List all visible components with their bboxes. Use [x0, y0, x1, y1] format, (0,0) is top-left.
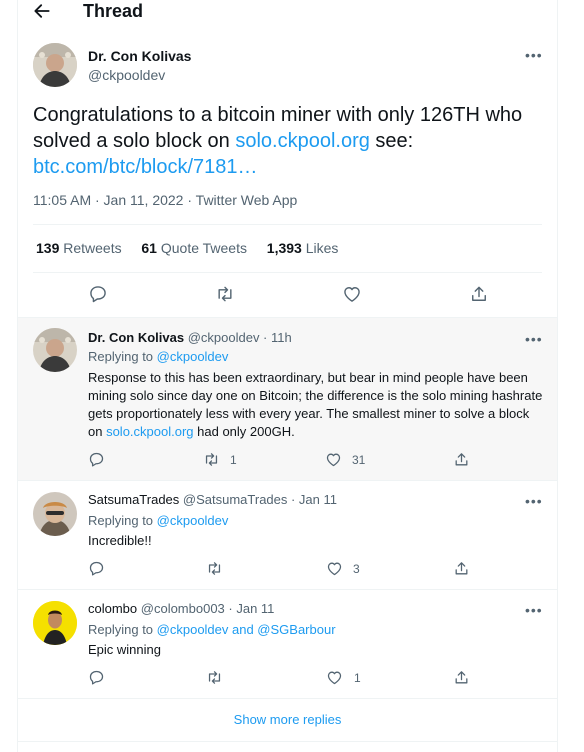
replying-prefix: Replying to — [88, 513, 157, 528]
reply-handle-time[interactable]: @colombo003 · Jan 11 — [141, 601, 275, 616]
author-handle[interactable]: @ckpooldev — [88, 67, 165, 83]
reply-author-name[interactable]: colombo — [88, 601, 137, 616]
author-name[interactable]: Dr. Con Kolivas — [88, 48, 191, 64]
divider — [33, 272, 542, 273]
replying-to-link[interactable]: @ckpooldev and @SGBarbour — [157, 622, 336, 637]
likes-stat[interactable]: 1,393 Likes — [267, 240, 339, 256]
like-count: 1 — [354, 671, 361, 685]
divider — [18, 317, 557, 318]
divider — [18, 698, 557, 699]
reply-author-name[interactable]: SatsumaTrades — [88, 492, 179, 507]
replying-prefix: Replying to — [88, 622, 157, 637]
reply-tweet[interactable]: Dr. Con Kolivas @ckpooldev · 11h ••• Rep… — [18, 317, 557, 480]
tweet-stats: 139 Retweets 61 Quote Tweets 1,393 Likes — [36, 240, 338, 256]
reply-text: Epic winning — [88, 642, 161, 657]
share-icon[interactable] — [453, 451, 470, 468]
quotes-label: Quote Tweets — [160, 240, 247, 256]
avatar[interactable] — [33, 43, 77, 87]
reply-icon[interactable] — [88, 560, 105, 577]
reply-text-after: had only 200GH. — [193, 424, 295, 439]
avatar[interactable] — [33, 328, 77, 372]
tweet-meta[interactable]: 11:05 AM · Jan 11, 2022 · Twitter Web Ap… — [33, 192, 297, 208]
share-icon[interactable] — [453, 669, 470, 686]
more-icon[interactable]: ••• — [525, 603, 543, 617]
share-icon[interactable] — [469, 284, 489, 304]
replying-to: Replying to @ckpooldev — [88, 349, 228, 364]
tweet-text-part2: see: — [369, 130, 414, 152]
more-icon[interactable]: ••• — [525, 48, 543, 62]
retweet-icon[interactable] — [206, 669, 223, 686]
reply-icon[interactable] — [88, 669, 105, 686]
replying-to: Replying to @ckpooldev and @SGBarbour — [88, 622, 336, 637]
reply-text: Response to this has been extraordinary,… — [88, 369, 543, 441]
reply-text: Incredible!! — [88, 533, 152, 548]
tweet-link-solo[interactable]: solo.ckpool.org — [235, 130, 370, 152]
avatar[interactable] — [33, 601, 77, 645]
back-arrow-icon[interactable] — [32, 1, 54, 21]
share-icon[interactable] — [453, 560, 470, 577]
thread-column: Thread Dr. Con Kolivas @ckpooldev ••• Co… — [17, 0, 558, 752]
reply-link[interactable]: solo.ckpool.org — [106, 424, 193, 439]
reply-header: SatsumaTrades @SatsumaTrades · Jan 11 — [88, 492, 337, 507]
reply-handle-time[interactable]: @ckpooldev · 11h — [188, 330, 292, 345]
retweet-icon[interactable] — [206, 560, 223, 577]
reply-handle-time[interactable]: @SatsumaTrades · Jan 11 — [183, 492, 337, 507]
tweet-text: Congratulations to a bitcoin miner with … — [33, 102, 538, 180]
retweets-stat[interactable]: 139 Retweets — [36, 240, 122, 256]
replying-to-link[interactable]: @ckpooldev — [157, 349, 229, 364]
reply-header: colombo @colombo003 · Jan 11 — [88, 601, 274, 616]
retweet-icon[interactable] — [203, 451, 220, 468]
reply-header: Dr. Con Kolivas @ckpooldev · 11h — [88, 330, 292, 345]
likes-count: 1,393 — [266, 240, 302, 256]
show-more-replies-link[interactable]: Show more replies — [18, 712, 557, 727]
tweet-link-block[interactable]: btc.com/btc/block/7181… — [33, 156, 258, 178]
retweets-count: 139 — [36, 240, 60, 256]
replying-prefix: Replying to — [88, 349, 157, 364]
like-icon[interactable] — [326, 560, 343, 577]
reply-tweet[interactable]: SatsumaTrades @SatsumaTrades · Jan 11 ••… — [18, 481, 557, 589]
avatar[interactable] — [33, 492, 77, 536]
divider — [33, 224, 542, 225]
reply-tweet[interactable]: colombo @colombo003 · Jan 11 ••• Replyin… — [18, 590, 557, 698]
like-count: 3 — [353, 562, 360, 576]
reply-author-name[interactable]: Dr. Con Kolivas — [88, 330, 184, 345]
page-title: Thread — [83, 1, 144, 21]
reply-icon[interactable] — [88, 451, 105, 468]
likes-label: Likes — [305, 240, 339, 256]
quotes-count: 61 — [141, 240, 157, 256]
quotes-stat[interactable]: 61 Quote Tweets — [141, 240, 247, 256]
like-icon[interactable] — [325, 451, 342, 468]
retweet-count: 1 — [230, 453, 237, 467]
replying-to-link[interactable]: @ckpooldev — [157, 513, 229, 528]
more-icon[interactable]: ••• — [525, 494, 543, 508]
retweet-icon[interactable] — [215, 284, 235, 304]
divider — [18, 741, 557, 742]
reply-icon[interactable] — [88, 284, 108, 304]
like-icon[interactable] — [326, 669, 343, 686]
more-icon[interactable]: ••• — [525, 332, 543, 346]
replying-to: Replying to @ckpooldev — [88, 513, 228, 528]
like-count: 31 — [352, 453, 366, 467]
like-icon[interactable] — [342, 284, 362, 304]
retweets-label: Retweets — [63, 240, 122, 256]
